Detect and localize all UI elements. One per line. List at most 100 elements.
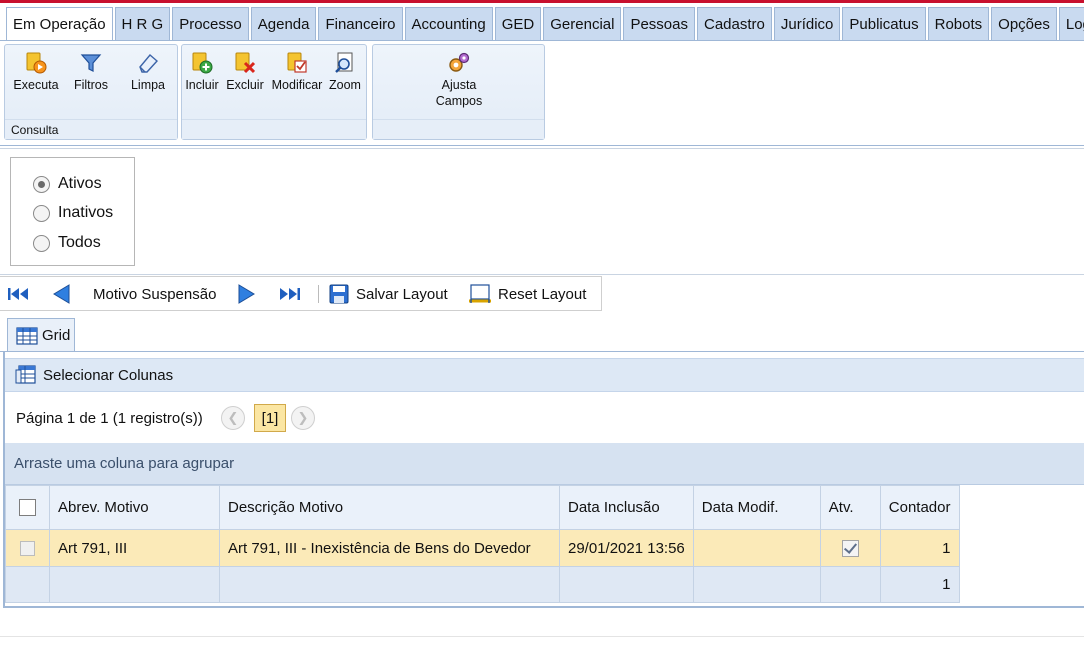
- save-layout-label: Salvar Layout: [356, 285, 448, 303]
- cell-data-inclusao: 29/01/2021 13:56: [559, 529, 694, 567]
- last-record-icon: [280, 288, 300, 300]
- col-header-ativo[interactable]: Atv.: [819, 485, 881, 530]
- chevron-right-icon: ❯: [297, 410, 309, 425]
- group-label-consulta: Consulta: [5, 119, 177, 139]
- footer-cell-empty: [819, 566, 881, 603]
- tab-accounting[interactable]: Accounting: [404, 7, 493, 40]
- pager: Página 1 de 1 (1 registro(s)) ❮ [1] ❯: [5, 394, 1084, 442]
- col-header-data-modif[interactable]: Data Modif.: [692, 485, 821, 530]
- reset-layout-icon: [469, 284, 491, 303]
- radio-todos-label: Todos: [58, 234, 101, 251]
- row-select-cell[interactable]: [5, 529, 50, 567]
- radio-inativos-circle[interactable]: [33, 204, 50, 222]
- tab-hrg[interactable]: H R G: [114, 7, 171, 40]
- zoom-label: Zoom: [329, 78, 361, 92]
- pager-prev-button[interactable]: ❮: [221, 406, 245, 430]
- current-record-label: Motivo Suspensão: [93, 285, 217, 303]
- radio-inativos[interactable]: Inativos: [33, 202, 113, 224]
- execute-icon: [26, 52, 47, 74]
- col-header-descricao[interactable]: Descrição Motivo: [219, 485, 560, 530]
- executa-label: Executa: [13, 78, 59, 92]
- col-header-contador[interactable]: Contador: [879, 485, 960, 530]
- incluir-label: Incluir: [185, 78, 219, 92]
- tab-gerencial[interactable]: Gerencial: [543, 7, 622, 40]
- grid-footer-row: 1: [5, 566, 960, 603]
- footer-total: 1: [879, 566, 960, 603]
- first-record-icon: [8, 288, 28, 300]
- status-filter: Ativos Inativos Todos: [10, 157, 135, 266]
- select-columns-label: Selecionar Colunas: [43, 366, 174, 384]
- radio-todos-circle[interactable]: [33, 234, 50, 252]
- col-header-data-inclusao[interactable]: Data Inclusão: [559, 485, 694, 530]
- pager-next-button[interactable]: ❯: [291, 406, 315, 430]
- modificar-label: Modificar: [271, 78, 323, 92]
- radio-ativos[interactable]: Ativos: [33, 173, 102, 195]
- columns-icon: [15, 365, 36, 384]
- reset-layout-button[interactable]: Reset Layout: [468, 283, 586, 305]
- excluir-button[interactable]: Excluir: [224, 47, 266, 93]
- save-layout-button[interactable]: Salvar Layout: [329, 283, 448, 305]
- footer-cell-empty: [49, 566, 220, 603]
- next-record-button[interactable]: [236, 283, 256, 305]
- filtros-label: Filtros: [73, 78, 109, 92]
- tab-processo[interactable]: Processo: [172, 7, 249, 40]
- tab-opcoes[interactable]: Opções: [991, 7, 1057, 40]
- zoom-button[interactable]: Zoom: [327, 47, 363, 93]
- filtros-button[interactable]: Filtros: [69, 47, 113, 93]
- tab-login[interactable]: Login: [1058, 7, 1084, 40]
- tab-financeiro[interactable]: Financeiro: [318, 7, 403, 40]
- group-label-ajusta: [373, 119, 544, 139]
- tab-grid[interactable]: Grid: [7, 318, 75, 352]
- main-menu: Em Operação H R G Processo Agenda Financ…: [0, 3, 1084, 41]
- radio-ativos-label: Ativos: [58, 175, 102, 192]
- col-header-abrev[interactable]: Abrev. Motivo: [49, 485, 220, 530]
- cell-data-modif: [692, 529, 821, 567]
- ribbon-group-edit: Incluir Excluir Modificar Zoom: [181, 44, 367, 140]
- tab-juridico[interactable]: Jurídico: [773, 7, 841, 40]
- tab-robots[interactable]: Robots: [927, 7, 990, 40]
- tab-grid-label: Grid: [42, 327, 71, 344]
- ribbon-divider: [0, 145, 1084, 146]
- pager-summary: Página 1 de 1 (1 registro(s)): [16, 410, 203, 427]
- incluir-button[interactable]: Incluir: [184, 47, 220, 93]
- grid-header-row: Abrev. Motivo Descrição Motivo Data Incl…: [5, 485, 960, 530]
- select-all-checkbox[interactable]: [19, 499, 36, 517]
- group-label-edit: [182, 119, 366, 139]
- last-record-button[interactable]: [277, 283, 301, 305]
- radio-todos[interactable]: Todos: [33, 232, 101, 254]
- tab-publicatus[interactable]: Publicatus: [842, 7, 926, 40]
- ajusta-campos-button[interactable]: Ajusta Campos: [427, 47, 491, 109]
- filter-icon: [80, 54, 102, 72]
- ajusta-label-1: Ajusta: [441, 78, 477, 92]
- tab-em-operacao[interactable]: Em Operação: [6, 7, 113, 41]
- settings-gear-icon: [449, 52, 470, 72]
- group-drop-area[interactable]: Arraste uma coluna para agrupar: [5, 443, 1084, 485]
- tab-pessoas[interactable]: Pessoas: [623, 7, 695, 40]
- radio-ativos-circle[interactable]: [33, 175, 50, 193]
- cell-contador: 1: [879, 529, 960, 567]
- footer-cell-empty: [5, 566, 50, 603]
- previous-icon: [53, 284, 70, 304]
- select-all-cell[interactable]: [5, 485, 50, 530]
- tab-agenda[interactable]: Agenda: [250, 7, 317, 40]
- eraser-icon: [139, 54, 159, 73]
- tab-ged[interactable]: GED: [494, 7, 542, 40]
- first-record-button[interactable]: [7, 283, 31, 305]
- executa-button[interactable]: Executa: [10, 47, 62, 93]
- ribbon-divider-2: [0, 148, 1084, 149]
- section-divider: [0, 274, 1084, 275]
- table-row[interactable]: Art 791, III Art 791, III - Inexistência…: [5, 529, 960, 567]
- ativo-checkbox: [841, 539, 859, 557]
- limpa-button[interactable]: Limpa: [125, 47, 171, 93]
- tab-cadastro[interactable]: Cadastro: [697, 7, 772, 40]
- footer-cell-empty: [219, 566, 560, 603]
- reset-layout-label: Reset Layout: [498, 285, 587, 303]
- row-select-checkbox[interactable]: [20, 541, 35, 557]
- grid-panel: Selecionar Colunas Página 1 de 1 (1 regi…: [3, 352, 1084, 608]
- select-columns-button[interactable]: Selecionar Colunas: [5, 358, 1084, 392]
- previous-record-button[interactable]: [52, 283, 72, 305]
- ajusta-label-2: Campos: [435, 94, 483, 108]
- modificar-button[interactable]: Modificar: [270, 47, 324, 93]
- ribbon-group-consulta: Executa Filtros Limpa Consulta: [4, 44, 178, 140]
- pager-current-page[interactable]: [1]: [254, 404, 286, 432]
